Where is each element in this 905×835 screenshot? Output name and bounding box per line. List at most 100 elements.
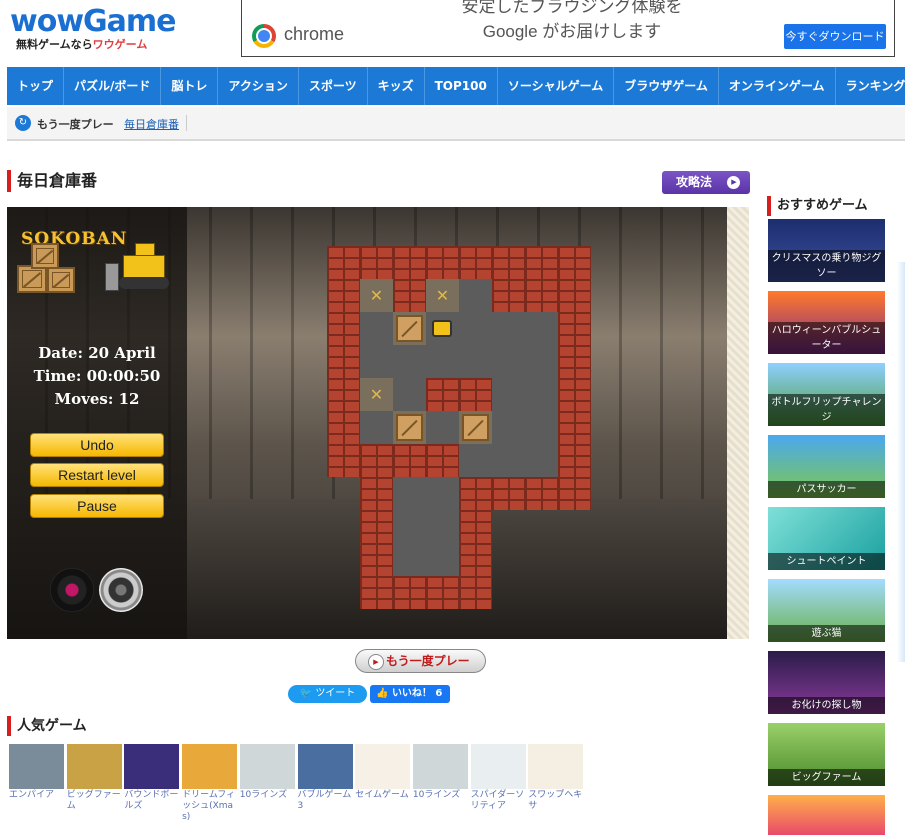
nav-item[interactable]: アクション (218, 67, 299, 105)
game-title[interactable]: ビッグファーム (768, 769, 885, 786)
game-thumbnail[interactable] (412, 744, 468, 789)
wall-tile (426, 444, 459, 477)
recommended-game-card[interactable]: クリスマスの乗り物ジグソー (768, 219, 885, 282)
site-logo[interactable]: wowGame 無料ゲームならワウゲーム (10, 6, 177, 58)
wall-tile (459, 246, 492, 279)
crate-tile[interactable] (393, 411, 426, 444)
like-button[interactable]: 👍 いいね！ 6 (370, 685, 450, 703)
replay-link[interactable]: もう一度プレー (37, 116, 114, 132)
game-title[interactable]: お化けの探し物 (768, 697, 885, 714)
popular-game-card[interactable]: 10ラインズ (412, 744, 468, 801)
recommended-game-card[interactable]: 遊ぶ猫 (768, 579, 885, 642)
game-title[interactable]: シュートペイント (768, 553, 885, 570)
popular-game-card[interactable]: スパイダーソリティア (470, 744, 526, 812)
nav-item[interactable]: パズル/ボード (64, 67, 162, 105)
wall-tile (426, 246, 459, 279)
popular-game-card[interactable]: ドリームフィッシュ(Xmas) (182, 744, 238, 823)
game-thumbnail[interactable] (528, 744, 584, 789)
floor-tile (525, 411, 558, 444)
tweet-label: ツイート (315, 688, 356, 699)
floor-tile (525, 378, 558, 411)
nav-item[interactable]: ランキングゲーム (836, 67, 905, 105)
game-thumbnail[interactable] (239, 744, 295, 789)
wall-tile (360, 543, 393, 576)
recommended-game-card[interactable]: シュートペイント (768, 507, 885, 570)
wall-tile (525, 477, 558, 510)
nav-item[interactable]: スポーツ (299, 67, 368, 105)
recommended-heading: おすすめゲーム (767, 196, 868, 216)
game-title[interactable]: ドリームフィッシュ(Xmas) (182, 790, 237, 823)
game-thumbnail[interactable] (66, 744, 122, 789)
guide-button[interactable]: 攻略法 ▶ (662, 171, 750, 194)
nav-item[interactable]: 脳トレ (161, 67, 219, 105)
game-title[interactable]: バブルゲーム3 (298, 790, 353, 812)
undo-button[interactable]: Undo (30, 433, 164, 457)
breadcrumb[interactable]: 毎日倉庫番 (124, 116, 179, 132)
popular-game-card[interactable]: ビッグファーム (66, 744, 122, 812)
recommended-game-card[interactable]: お化けの探し物 (768, 651, 885, 714)
game-title[interactable]: スパイダーソリティア (471, 790, 526, 812)
popular-game-card[interactable]: スワップヘキサ (528, 744, 584, 812)
game-canvas[interactable]: SOKOBAN Date: 20 April Time: 00:00:50 Mo… (7, 207, 727, 639)
recommended-game-card[interactable]: ボトルフリップチャレンジ (768, 363, 885, 426)
recommended-game-card[interactable]: パスサッカー (768, 435, 885, 498)
nav-item[interactable]: ソーシャルゲーム (498, 67, 615, 105)
nav-item[interactable]: ブラウザゲーム (614, 67, 719, 105)
recommended-game-card[interactable]: ハロウィーンバブルシューター (768, 291, 885, 354)
popular-game-card[interactable]: 10ラインズ (239, 744, 295, 801)
game-title[interactable]: クリスマスの乗り物ジグソー (768, 250, 885, 282)
recommended-game-card[interactable] (768, 795, 885, 835)
game-thumbnail[interactable] (124, 744, 180, 789)
ad-banner[interactable]: chrome 安定したブラウジング体験を Google がお届けします 今すぐダ… (241, 0, 895, 57)
game-thumbnail[interactable] (9, 744, 64, 789)
game-thumbnail[interactable] (470, 744, 526, 789)
popular-games-heading: 人気ゲーム (7, 716, 87, 736)
player-tile[interactable] (426, 312, 459, 345)
tweet-button[interactable]: 🐦 ツイート (288, 685, 367, 703)
game-title[interactable]: ボトルフリップチャレンジ (768, 394, 885, 426)
game-title[interactable]: 遊ぶ猫 (768, 625, 885, 642)
popular-game-card[interactable]: バウンドボールズ (124, 744, 180, 812)
nav-item[interactable]: TOP100 (425, 67, 498, 105)
wall-tile (459, 510, 492, 543)
ad-download-button[interactable]: 今すぐダウンロード (784, 24, 886, 49)
popular-game-card[interactable]: セイムゲーム (355, 744, 411, 801)
floor-tile (459, 444, 492, 477)
wall-tile (393, 279, 426, 312)
wall-tile (558, 279, 591, 312)
game-title[interactable]: エンパイア (9, 790, 64, 801)
crate-tile[interactable] (393, 312, 426, 345)
replay-icon[interactable]: ↻ (15, 115, 31, 131)
wall-tile (360, 510, 393, 543)
popular-game-card[interactable]: バブルゲーム3 (297, 744, 353, 812)
game-title[interactable]: 10ラインズ (413, 790, 468, 801)
floor-tile (525, 312, 558, 345)
game-title[interactable]: スワップヘキサ (528, 790, 583, 812)
floor-tile (492, 345, 525, 378)
popular-game-card[interactable]: エンパイア (9, 744, 64, 801)
crate-tile[interactable] (459, 411, 492, 444)
restart-level-button[interactable]: Restart level (30, 463, 164, 487)
wall-tile (327, 378, 360, 411)
sound-toggle-icon[interactable] (99, 568, 143, 612)
game-thumbnail[interactable] (355, 744, 411, 789)
music-toggle-icon[interactable] (50, 568, 94, 612)
nav-item[interactable]: オンラインゲーム (719, 67, 836, 105)
nav-item[interactable]: トップ (7, 67, 65, 105)
play-icon: ▶ (368, 654, 384, 670)
game-thumbnail[interactable] (182, 744, 238, 789)
game-title[interactable]: バウンドボールズ (124, 790, 179, 812)
game-thumbnail[interactable] (297, 744, 353, 789)
pause-button[interactable]: Pause (30, 494, 164, 518)
floor-tile (492, 444, 525, 477)
game-title[interactable]: 10ラインズ (240, 790, 295, 801)
nav-item[interactable]: キッズ (368, 67, 425, 105)
ad-text: 安定したブラウジング体験を Google がお届けします (461, 0, 683, 41)
recommended-game-card[interactable]: ビッグファーム (768, 723, 885, 786)
replay-button[interactable]: ▶ もう一度プレー (355, 649, 486, 673)
game-title[interactable]: パスサッカー (768, 481, 885, 498)
game-title[interactable]: セイムゲーム (355, 790, 410, 801)
game-title[interactable]: ハロウィーンバブルシューター (768, 322, 885, 354)
wall-tile (558, 477, 591, 510)
game-title[interactable]: ビッグファーム (67, 790, 122, 812)
